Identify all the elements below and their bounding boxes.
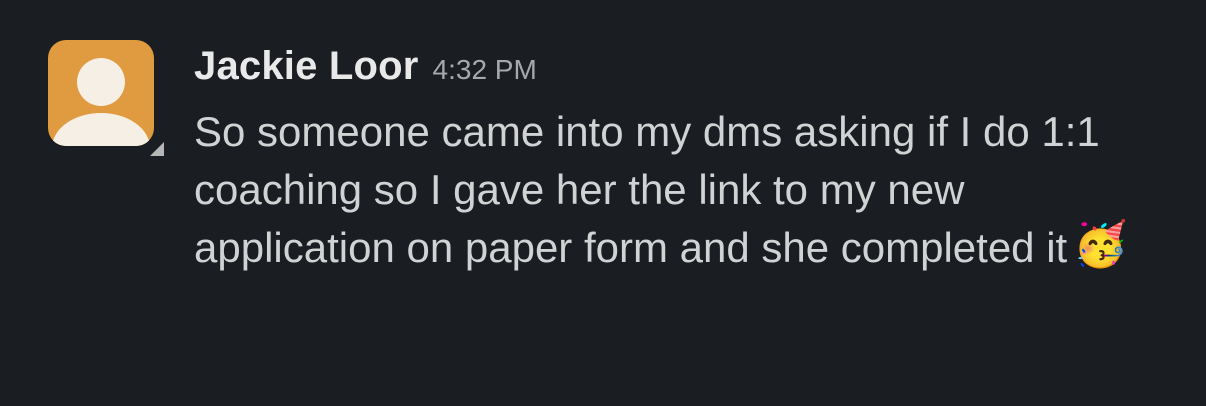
chat-message: Jackie Loor 4:32 PM So someone came into… bbox=[48, 40, 1168, 277]
message-meta: Jackie Loor 4:32 PM bbox=[194, 44, 1174, 89]
avatar-body-shape bbox=[52, 113, 150, 146]
presence-indicator-icon bbox=[150, 142, 164, 156]
message-content: Jackie Loor 4:32 PM So someone came into… bbox=[194, 40, 1174, 277]
message-text: So someone came into my dms asking if I … bbox=[194, 103, 1174, 277]
message-timestamp[interactable]: 4:32 PM bbox=[433, 54, 537, 86]
party-face-emoji-icon: 🥳 bbox=[1073, 219, 1128, 269]
message-body: So someone came into my dms asking if I … bbox=[194, 108, 1100, 271]
avatar-wrapper[interactable] bbox=[48, 40, 164, 156]
avatar-head-shape bbox=[77, 58, 125, 106]
author-name[interactable]: Jackie Loor bbox=[194, 44, 419, 89]
avatar[interactable] bbox=[48, 40, 154, 146]
